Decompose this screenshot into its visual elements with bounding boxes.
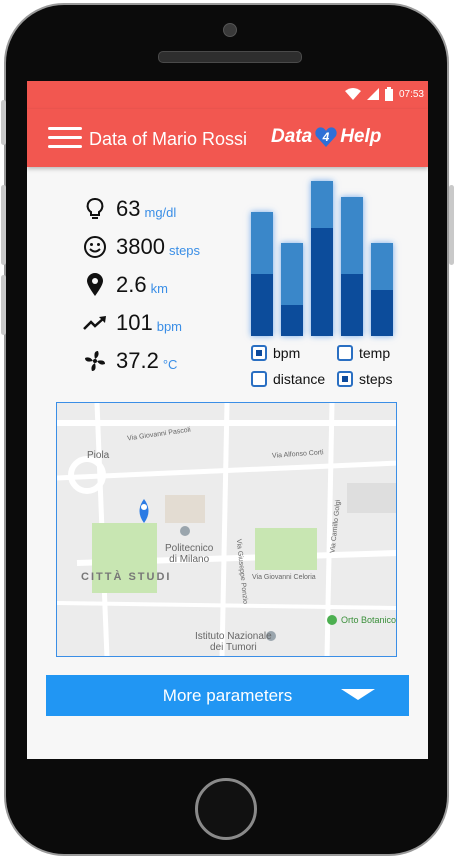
logo-text-help: Help — [340, 126, 382, 147]
map-view[interactable]: Piola Via Giovanni Pascoli Via Alfonso C… — [56, 402, 397, 657]
chart-bar-segment-upper — [371, 243, 393, 290]
chart-bar-segment-lower — [251, 274, 273, 336]
stat-temperature: 37.2 °C — [82, 346, 232, 376]
chevron-down-icon — [341, 689, 375, 700]
heart-icon: 4 — [315, 127, 337, 147]
logo-text-data: Data — [271, 126, 313, 147]
volume-down-button — [1, 185, 6, 265]
signal-icon — [366, 88, 379, 100]
chart-bar-segment-lower — [281, 305, 303, 336]
stat-heart-rate: 101 bpm — [82, 308, 232, 338]
stat-unit: bpm — [156, 318, 183, 334]
chart-bar-segment-lower — [311, 227, 333, 336]
chart-bar — [251, 212, 273, 336]
stat-unit: steps — [168, 242, 201, 258]
power-button — [449, 185, 454, 265]
legend-label: steps — [359, 371, 393, 387]
temp-checkbox[interactable] — [337, 345, 353, 361]
map-label-piola: Piola — [87, 450, 110, 461]
page-title: Data of Mario Rossi — [89, 129, 248, 149]
chart-bar — [371, 243, 393, 336]
stat-glucose: 63 mg/dl — [82, 194, 232, 224]
legend-label: distance — [273, 371, 326, 387]
status-time: 07:53 — [398, 88, 424, 100]
hamburger-menu-icon[interactable] — [48, 127, 82, 149]
logo-text-4: 4 — [322, 130, 330, 144]
chart-bar-segment-upper — [281, 243, 303, 305]
smiley-icon — [82, 234, 108, 260]
stat-value: 63 — [116, 196, 141, 221]
legend-bpm[interactable]: bpm — [251, 345, 300, 361]
location-pin-icon — [82, 272, 108, 298]
lightbulb-icon — [82, 196, 108, 222]
stat-distance: 2.6 km — [82, 270, 232, 300]
chart-bar-segment-upper — [251, 212, 273, 274]
battery-icon — [384, 87, 393, 101]
stat-value: 2.6 — [116, 272, 147, 297]
legend-label: temp — [359, 345, 391, 361]
chart-bar — [341, 196, 363, 336]
legend-steps[interactable]: steps — [337, 371, 392, 387]
distance-checkbox[interactable] — [251, 371, 267, 387]
stat-value: 101 — [116, 310, 153, 335]
legend-label: bpm — [273, 345, 301, 361]
trending-up-icon — [82, 310, 108, 336]
stat-unit: km — [150, 280, 168, 296]
front-camera — [223, 23, 237, 37]
chart-bar — [281, 243, 303, 336]
more-parameters-button[interactable]: More parameters — [46, 675, 409, 716]
bpm-checkbox[interactable] — [251, 345, 267, 361]
chart-bar-segment-upper — [311, 181, 333, 228]
legend-distance[interactable]: distance — [251, 371, 325, 387]
stat-steps: 3800 steps — [82, 232, 232, 262]
chart-bar — [311, 181, 333, 336]
stat-value: 3800 — [116, 234, 165, 259]
chart-bar-segment-lower — [371, 289, 393, 336]
legend-temp[interactable]: temp — [337, 345, 390, 361]
map-label-politecnico: Politecnico di Milano — [165, 543, 214, 565]
stat-unit: °C — [162, 356, 178, 372]
stat-unit: mg/dl — [144, 204, 177, 220]
map-label-citta-studi: CITTÀ STUDI — [81, 571, 172, 583]
home-button[interactable] — [195, 778, 257, 840]
app-bar: Data of Mario Rossi Data 4 Help — [27, 109, 428, 167]
stat-value: 37.2 — [116, 348, 159, 373]
steps-checkbox[interactable] — [337, 371, 353, 387]
mute-switch — [1, 275, 6, 335]
map-label-orto-botanico: Orto Botanico — [341, 615, 397, 625]
map-label-via-celoria: Via Giovanni Celoria — [252, 574, 316, 581]
chart-bar-segment-upper — [341, 196, 363, 274]
wifi-icon — [344, 88, 361, 100]
map-label-istituto: Istituto Nazionale dei Tumori — [195, 631, 272, 653]
fan-icon — [82, 348, 108, 374]
speaker-grille — [158, 51, 302, 63]
app-logo: Data 4 Help — [271, 125, 381, 149]
app-screen: 07:53 Data of Mario Rossi Data 4 Help 63… — [27, 81, 428, 759]
status-bar: 07:53 — [27, 81, 428, 109]
chart-bar-segment-lower — [341, 274, 363, 336]
volume-up-button — [1, 100, 6, 145]
stacked-bar-chart — [251, 181, 393, 336]
